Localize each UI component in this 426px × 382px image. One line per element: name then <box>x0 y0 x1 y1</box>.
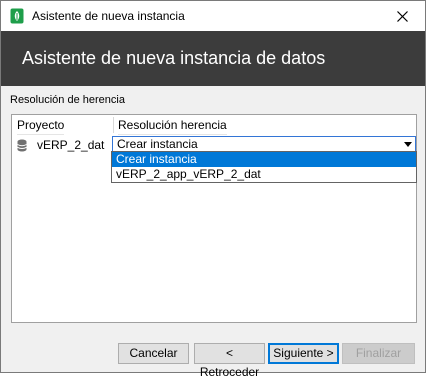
resolution-dropdown-list: Crear instancia vERP_2_app_vERP_2_dat <box>111 151 417 183</box>
wizard-header: Asistente de nueva instancia de datos <box>1 31 425 86</box>
chevron-down-icon[interactable] <box>404 142 412 147</box>
dropdown-option-verp-app[interactable]: vERP_2_app_vERP_2_dat <box>112 167 416 182</box>
inheritance-table: Proyecto Resolución herencia vERP_2_dat … <box>11 114 417 323</box>
column-header-resolution[interactable]: Resolución herencia <box>118 117 227 135</box>
database-icon <box>17 139 27 152</box>
page-title: Asistente de nueva instancia de datos <box>22 48 326 68</box>
table-row[interactable]: vERP_2_dat <box>17 137 104 153</box>
column-divider[interactable] <box>113 117 114 133</box>
close-button[interactable] <box>380 1 425 31</box>
cancel-button[interactable]: Cancelar <box>118 343 189 364</box>
column-header-project[interactable]: Proyecto <box>17 117 65 135</box>
window-title: Asistente de nueva instancia <box>32 9 185 23</box>
combobox-value: Crear instancia <box>117 137 198 151</box>
title-bar: Asistente de nueva instancia <box>1 1 425 31</box>
dropdown-option-crear-instancia[interactable]: Crear instancia <box>112 152 416 167</box>
wizard-dialog: Asistente de nueva instancia Asistente d… <box>0 0 426 379</box>
next-button[interactable]: Siguiente > <box>268 343 339 364</box>
section-label: Resolución de herencia <box>10 94 125 106</box>
close-icon <box>397 10 408 22</box>
back-button[interactable]: < Retroceder <box>194 343 265 379</box>
project-name: vERP_2_dat <box>37 138 105 152</box>
app-leaf-icon <box>10 8 24 24</box>
finish-button[interactable]: Finalizar <box>342 343 415 364</box>
